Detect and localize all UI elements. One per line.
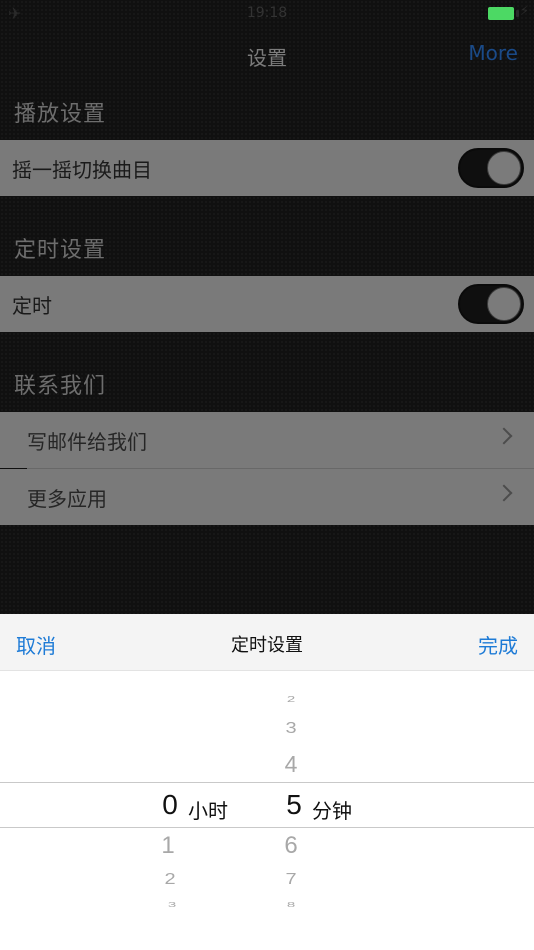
email-row[interactable]: 写邮件给我们 xyxy=(0,412,534,468)
minutes-unit: 分钟 xyxy=(312,799,352,823)
minutes-below-3[interactable]: 8 xyxy=(279,900,303,909)
timer-label: 定时 xyxy=(12,294,52,318)
minutes-selected[interactable]: 5 xyxy=(279,789,309,821)
battery-icon: ⚡ xyxy=(488,4,529,21)
hours-below-2[interactable]: 2 xyxy=(157,870,183,888)
selection-line-bottom xyxy=(0,827,534,828)
nav-bar: 设置 More xyxy=(0,28,534,84)
selection-line-top xyxy=(0,782,534,783)
more-apps-label: 更多应用 xyxy=(27,487,107,511)
more-button[interactable]: More xyxy=(468,41,518,65)
email-label: 写邮件给我们 xyxy=(27,430,147,454)
hours-unit: 小时 xyxy=(188,799,228,823)
shake-toggle[interactable] xyxy=(458,148,524,188)
status-time: 19:18 xyxy=(246,5,288,21)
status-bar: ✈ 19:18 ⚡ xyxy=(0,0,534,28)
done-button[interactable]: 完成 xyxy=(478,630,518,659)
hours-selected[interactable]: 0 xyxy=(155,789,185,821)
minutes-below-1[interactable]: 6 xyxy=(278,832,304,860)
time-picker[interactable]: 0 小时 1 2 3 2 3 4 5 分钟 6 7 8 xyxy=(0,671,534,950)
minutes-below-2[interactable]: 7 xyxy=(278,870,304,888)
shake-label: 摇一摇切换曲目 xyxy=(12,158,152,182)
section-header-playback: 播放设置 xyxy=(14,102,107,127)
section-header-contact: 联系我们 xyxy=(14,374,107,399)
timer-row: 定时 xyxy=(0,276,534,332)
minutes-above-2[interactable]: 3 xyxy=(278,719,304,737)
page-title: 设置 xyxy=(247,46,287,70)
section-header-timer: 定时设置 xyxy=(14,238,107,263)
minutes-above-1[interactable]: 2 xyxy=(279,695,303,704)
picker-toolbar: 取消 定时设置 完成 xyxy=(0,614,534,671)
hours-below-3[interactable]: 3 xyxy=(160,900,184,909)
chevron-right-icon xyxy=(495,484,513,502)
chevron-right-icon xyxy=(495,427,513,445)
picker-title: 定时设置 xyxy=(231,635,303,656)
more-apps-row[interactable]: 更多应用 xyxy=(0,469,534,525)
minutes-above-3[interactable]: 4 xyxy=(278,751,304,778)
timer-toggle[interactable] xyxy=(458,284,524,324)
hours-below-1[interactable]: 1 xyxy=(155,832,181,860)
shake-row: 摇一摇切换曲目 xyxy=(0,140,534,196)
